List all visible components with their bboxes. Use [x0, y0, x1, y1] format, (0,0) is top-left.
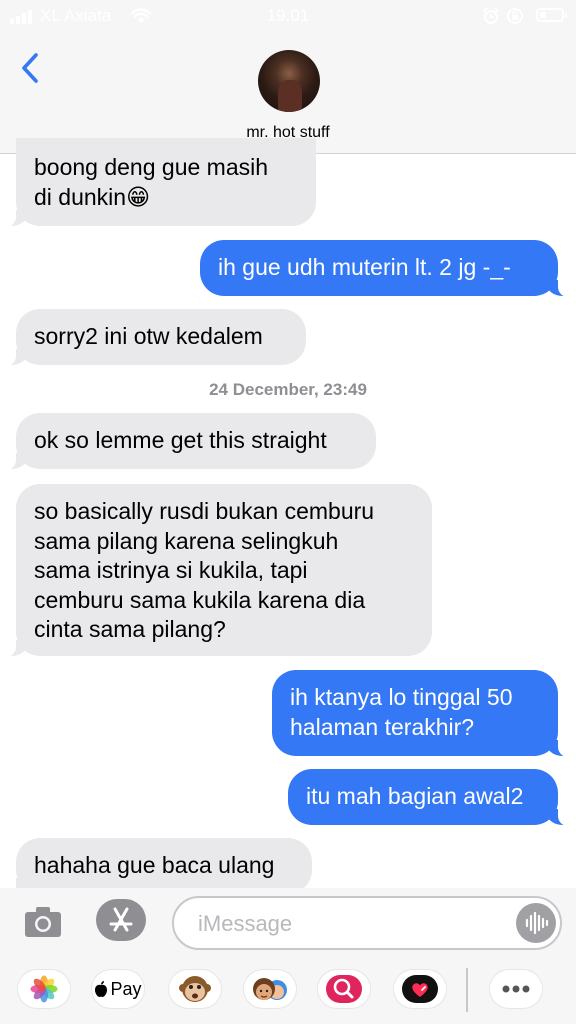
message-bubble-incoming[interactable]: boong deng gue masih di dunkin😁: [4, 138, 316, 227]
photos-icon[interactable]: [18, 970, 70, 1008]
apple-pay-icon[interactable]: Pay: [92, 970, 144, 1008]
app-drawer: Pay: [0, 958, 576, 1024]
back-chevron-icon[interactable]: [16, 50, 46, 86]
apple-pay-label: Pay: [110, 978, 142, 999]
audio-message-icon[interactable]: [516, 903, 556, 943]
message-bubble-incoming[interactable]: hahaha gue baca ulang: [4, 838, 312, 895]
message-bubble-incoming[interactable]: so basically rusdi bukan cemburu sama pi…: [4, 484, 432, 657]
monkey-animoji-icon[interactable]: [169, 970, 221, 1008]
message-bubble-outgoing[interactable]: itu mah bagian awal2: [288, 769, 570, 826]
memoji-stickers-icon[interactable]: [244, 970, 296, 1008]
conversation-header: XL Axiata 19.01 mr. hot stuff: [0, 0, 576, 154]
message-bubble-outgoing[interactable]: ih ktanya lo tinggal 50 halaman terakhir…: [272, 670, 570, 757]
alarm-icon: [483, 7, 499, 24]
conversation-timestamp: 24 December, 23:49: [209, 380, 367, 399]
digital-touch-icon[interactable]: [394, 970, 446, 1008]
imessage-placeholder: iMessage: [198, 911, 293, 936]
more-icon[interactable]: [490, 970, 542, 1008]
message-bubble-incoming[interactable]: sorry2 ini otw kedalem: [4, 309, 306, 366]
message-bubble-outgoing[interactable]: ih gue udh muterin lt. 2 jg -_-: [200, 240, 570, 297]
status-bar: XL Axiata 19.01: [0, 0, 576, 34]
apple-logo-icon: [95, 981, 108, 997]
camera-icon[interactable]: [24, 906, 62, 938]
contact-avatar[interactable]: [258, 50, 320, 112]
image-search-icon[interactable]: [318, 970, 370, 1008]
message-input-bar: iMessage: [0, 888, 576, 958]
app-drawer-divider: [466, 968, 468, 1012]
battery-icon: [536, 8, 567, 22]
orientation-lock-icon: [507, 8, 523, 24]
app-store-icon[interactable]: [96, 899, 146, 941]
message-bubble-incoming[interactable]: ok so lemme get this straight: [4, 413, 376, 470]
imessage-input[interactable]: iMessage: [172, 896, 562, 950]
